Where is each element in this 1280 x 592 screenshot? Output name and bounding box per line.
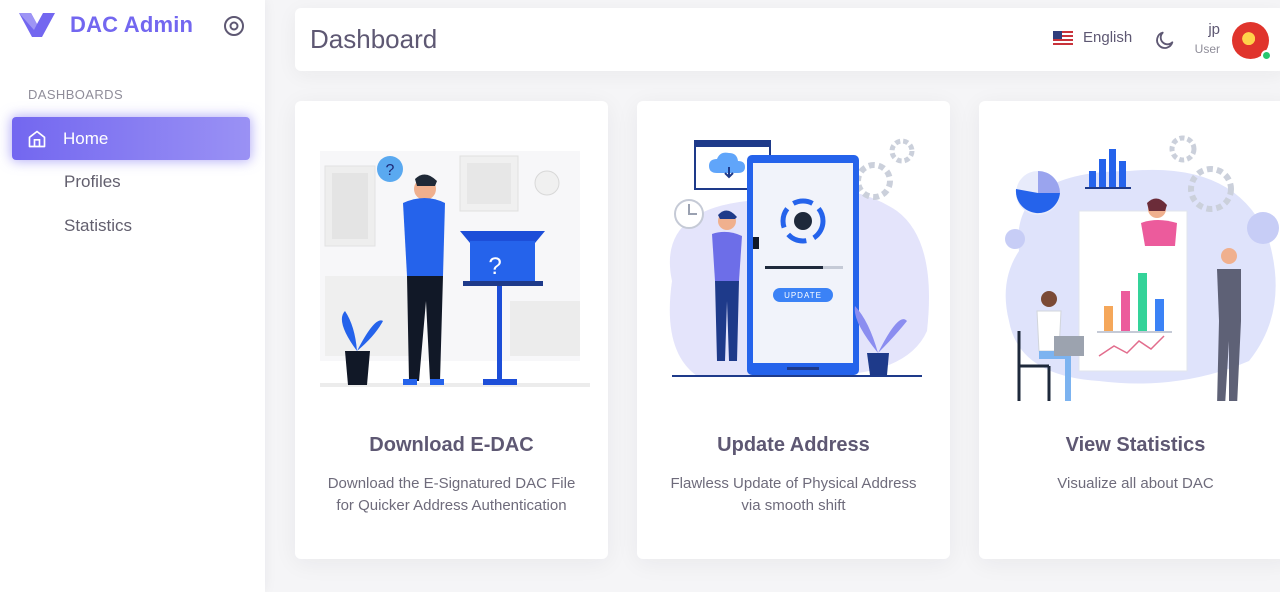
sidebar-item-label: Home bbox=[63, 128, 109, 148]
top-navbar: Dashboard English jp User bbox=[295, 8, 1280, 71]
sidebar-item-profiles[interactable]: Profiles bbox=[12, 160, 250, 203]
page-title: Dashboard bbox=[310, 24, 438, 54]
statistics-illustration bbox=[1005, 135, 1279, 401]
svg-text:?: ? bbox=[386, 162, 395, 179]
brand-logo-icon bbox=[19, 13, 55, 37]
sidebar-toggle-icon[interactable] bbox=[222, 14, 246, 38]
section-heading-dashboards: DASHBOARDS bbox=[28, 87, 124, 102]
sidebar-item-statistics[interactable]: Statistics bbox=[12, 204, 250, 247]
card-title: View Statistics bbox=[1065, 434, 1206, 456]
update-badge: UPDATE bbox=[784, 291, 822, 300]
user-name[interactable]: jp bbox=[1190, 21, 1220, 38]
sidebar: DAC Admin DASHBOARDS Home Profiles Stati… bbox=[0, 0, 265, 592]
user-role: User bbox=[1194, 42, 1220, 56]
card-description: Download the E-Signatured DAC File for Q… bbox=[327, 475, 576, 514]
card-view-statistics[interactable]: View Statistics Visualize all about DAC bbox=[979, 101, 1280, 559]
online-status-dot bbox=[1261, 50, 1272, 61]
language-selector[interactable]: English bbox=[1053, 29, 1132, 46]
download-illustration: ? ? bbox=[320, 151, 590, 387]
sidebar-item-label: Statistics bbox=[64, 215, 133, 235]
card-description: Visualize all about DAC bbox=[1057, 475, 1214, 492]
card-description: Flawless Update of Physical Address via … bbox=[670, 475, 917, 514]
card-title: Download E-DAC bbox=[369, 434, 534, 456]
sidebar-item-home[interactable]: Home bbox=[12, 117, 250, 160]
update-address-illustration: UPDATE bbox=[669, 138, 929, 377]
svg-text:?: ? bbox=[488, 253, 501, 280]
sidebar-item-label: Profiles bbox=[64, 171, 121, 191]
brand-name: DAC Admin bbox=[70, 12, 194, 37]
card-download-edac[interactable]: ? ? Download E-DAC Download the E-Signat… bbox=[295, 101, 608, 559]
brand[interactable]: DAC Admin bbox=[18, 10, 193, 40]
moon-icon[interactable] bbox=[1154, 29, 1176, 51]
us-flag-icon bbox=[1053, 30, 1073, 45]
language-label: English bbox=[1083, 29, 1133, 46]
card-update-address[interactable]: UPDATE Update Address Flawless Update of… bbox=[637, 101, 950, 559]
home-icon bbox=[28, 130, 46, 147]
card-title: Update Address bbox=[717, 434, 870, 456]
